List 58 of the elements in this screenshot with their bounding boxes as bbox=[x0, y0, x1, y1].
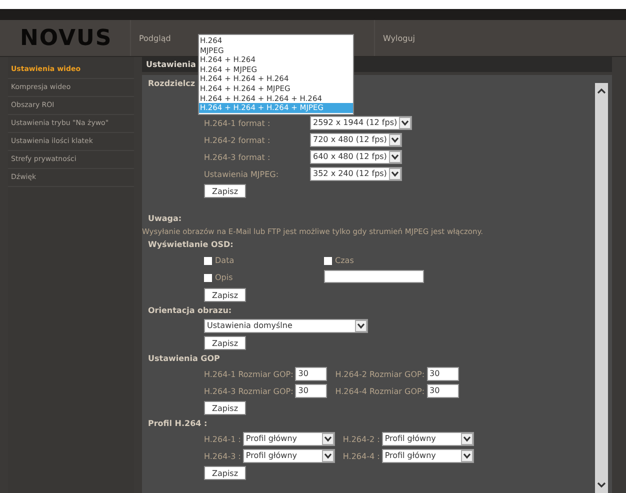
checkbox[interactable] bbox=[204, 256, 212, 264]
field-label: H.264-3 format : bbox=[204, 152, 272, 162]
scrollbar[interactable] bbox=[595, 83, 608, 493]
profile-select[interactable]: Profil główny bbox=[382, 432, 474, 446]
profile-select[interactable]: Profil główny bbox=[242, 432, 335, 446]
section-heading: Rozdzielcz bbox=[148, 78, 196, 89]
scroll-up-icon[interactable] bbox=[597, 88, 606, 94]
gop-input[interactable]: 30 bbox=[426, 384, 459, 398]
field-label: H.264-2 format : bbox=[204, 136, 272, 144]
format-select[interactable]: 640 x 480 (12 fps) bbox=[310, 150, 402, 164]
section-heading: Profil H.264 : bbox=[148, 418, 208, 429]
gop-input[interactable]: 30 bbox=[426, 367, 459, 381]
format-select[interactable]: 720 x 480 (12 fps) bbox=[310, 133, 402, 147]
note-title: Uwaga: bbox=[148, 213, 183, 224]
format-select[interactable]: 2592 x 1944 (12 fps) bbox=[310, 116, 412, 130]
checkbox[interactable] bbox=[324, 256, 332, 264]
nav-link[interactable]: Wyloguj bbox=[374, 20, 415, 56]
dropdown-arrow-icon bbox=[388, 151, 401, 163]
section-heading: Orientacja obrazu: bbox=[148, 305, 233, 316]
gop-input[interactable]: 30 bbox=[295, 367, 328, 381]
scroll-down-icon[interactable] bbox=[597, 482, 606, 488]
save-button[interactable]: Zapisz bbox=[204, 401, 246, 415]
section-heading: Ustawienia GOP bbox=[148, 353, 221, 364]
field-label: H.264-1 : bbox=[204, 434, 241, 444]
dropdown-arrow-icon bbox=[388, 168, 401, 180]
section-title: Ustawienia bbox=[146, 60, 196, 69]
dropdown-arrow-icon bbox=[322, 450, 334, 462]
field-label: Ustawienia MJPEG: bbox=[204, 170, 280, 178]
field-label: H.264-2 : bbox=[342, 434, 380, 444]
field-label: H.264-3 : bbox=[204, 452, 241, 460]
gop-input[interactable]: 30 bbox=[295, 384, 328, 398]
save-button[interactable]: Zapisz bbox=[204, 288, 246, 302]
dropdown-arrow-icon bbox=[399, 117, 412, 129]
section-heading: Wyświetlanie OSD: bbox=[148, 239, 234, 250]
save-button[interactable]: Zapisz bbox=[204, 184, 246, 198]
dropdown-arrow-icon bbox=[388, 134, 401, 146]
dropdown-arrow-icon bbox=[460, 450, 473, 462]
save-button[interactable]: Zapisz bbox=[204, 336, 246, 350]
description-field[interactable] bbox=[324, 270, 424, 283]
field-label: H.264-1 format : bbox=[204, 118, 272, 128]
checkbox-label: Czas bbox=[335, 256, 354, 265]
field-label: H.264-2 Rozmiar GOP: bbox=[335, 370, 425, 378]
field-label: H.264-4 : bbox=[342, 452, 380, 460]
dropdown-arrow-icon bbox=[460, 433, 473, 445]
logo: NOVUS bbox=[20, 26, 114, 50]
dropdown-arrow-icon bbox=[322, 433, 334, 445]
field-label: H.264-3 Rozmiar GOP: bbox=[204, 386, 294, 396]
orientation-select[interactable]: Ustawienia domyślne bbox=[204, 319, 368, 333]
checkbox-label: Opis bbox=[215, 273, 233, 282]
save-button[interactable]: Zapisz bbox=[204, 466, 246, 480]
checkbox-label: Data bbox=[215, 256, 234, 265]
profile-select[interactable]: Profil główny bbox=[242, 449, 335, 463]
dropdown-arrow-icon bbox=[355, 320, 367, 332]
field-label: H.264-4 Rozmiar GOP: bbox=[335, 386, 425, 396]
field-label: H.264-1 Rozmiar GOP: bbox=[204, 370, 294, 378]
checkbox[interactable] bbox=[204, 274, 212, 282]
format-select[interactable]: 352 x 240 (12 fps) bbox=[310, 167, 402, 181]
profile-select[interactable]: Profil główny bbox=[382, 449, 474, 463]
